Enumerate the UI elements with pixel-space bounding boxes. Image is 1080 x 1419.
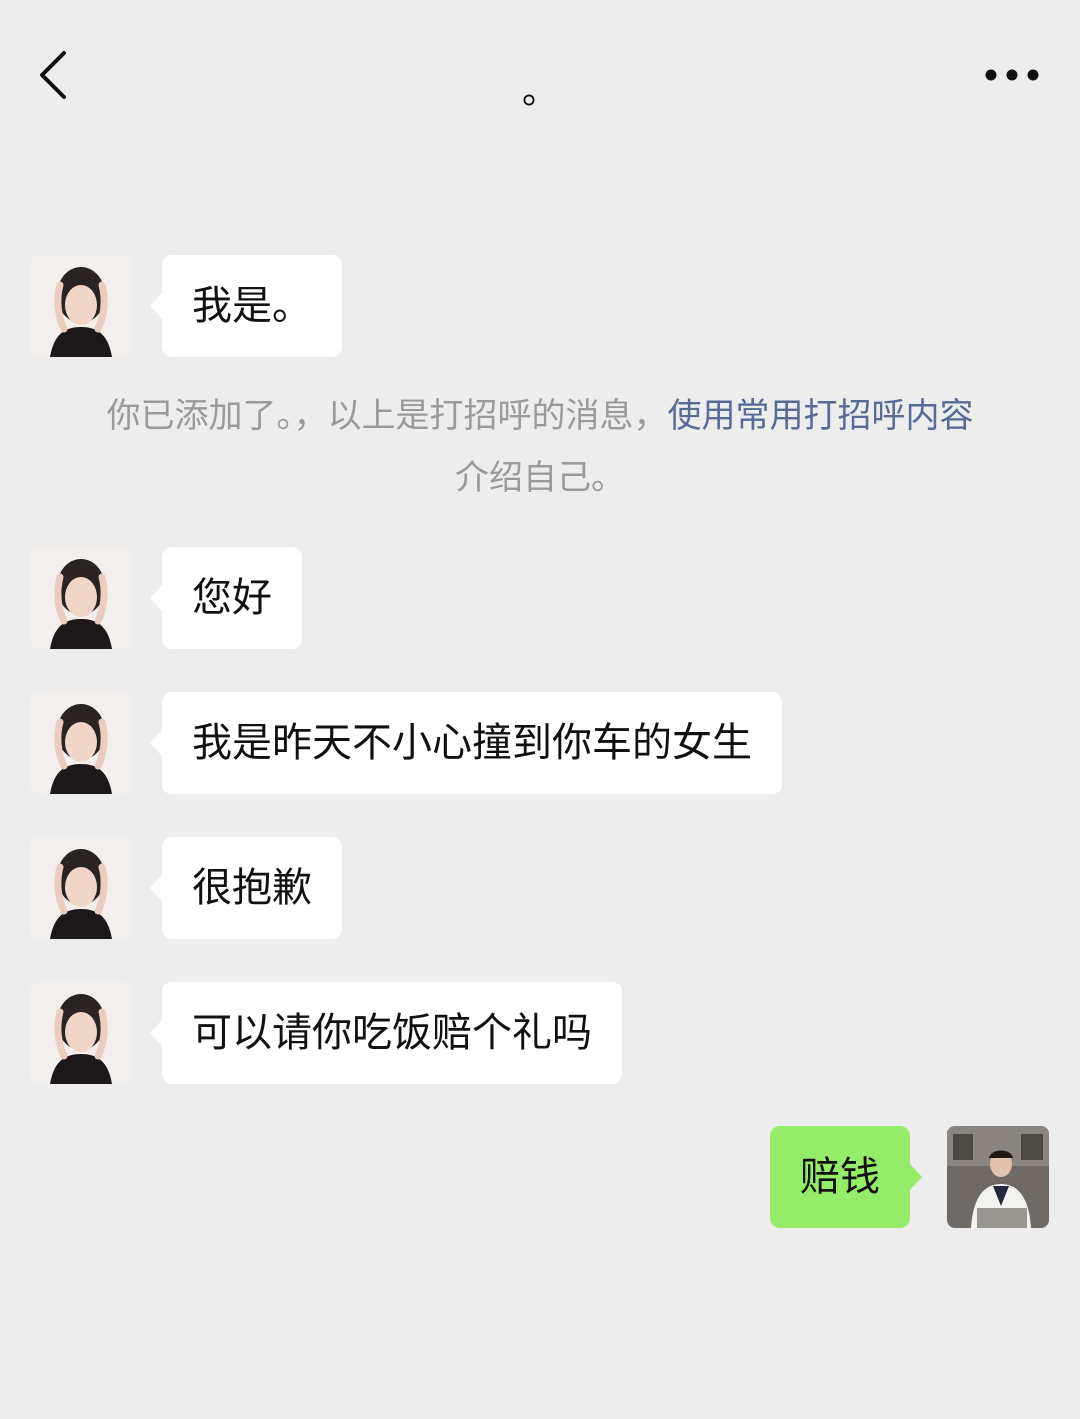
message-row: 可以请你吃饭赔个礼吗 (0, 982, 1080, 1084)
system-note-text: 你已添加了。，以上是打招呼的消息， (106, 396, 668, 436)
outgoing-message-bubble[interactable]: 赔钱 (770, 1126, 922, 1228)
message-row: 很抱歉 (0, 837, 1080, 939)
more-button[interactable] (984, 62, 1040, 88)
more-dots-icon (985, 69, 1039, 81)
contact-avatar[interactable] (30, 837, 132, 939)
incoming-message-bubble[interactable]: 您好 (150, 547, 302, 649)
contact-avatar[interactable] (30, 547, 132, 649)
system-note-text-end: 介绍自己。 (455, 458, 625, 498)
contact-avatar[interactable] (30, 255, 132, 357)
incoming-message-bubble[interactable]: 我是昨天不小心撞到你车的女生 (150, 692, 782, 794)
incoming-message-bubble[interactable]: 很抱歉 (150, 837, 342, 939)
contact-avatar[interactable] (30, 692, 132, 794)
message-row: 赔钱 (0, 1126, 1080, 1228)
message-row: 您好 (0, 547, 1080, 649)
message-row: 我是。 (0, 255, 1080, 357)
incoming-message-bubble[interactable]: 可以请你吃饭赔个礼吗 (150, 982, 622, 1084)
greeting-template-link[interactable]: 使用常用打招呼内容 (668, 396, 974, 436)
system-note: 你已添加了。，以上是打招呼的消息，使用常用打招呼内容介绍自己。 (90, 385, 990, 509)
contact-avatar[interactable] (30, 982, 132, 1084)
message-row: 我是昨天不小心撞到你车的女生 (0, 692, 1080, 794)
my-avatar[interactable] (947, 1126, 1049, 1228)
incoming-message-bubble[interactable]: 我是。 (150, 255, 342, 357)
chat-title: 。 (521, 71, 558, 112)
chat-header: 。 (0, 0, 1080, 150)
